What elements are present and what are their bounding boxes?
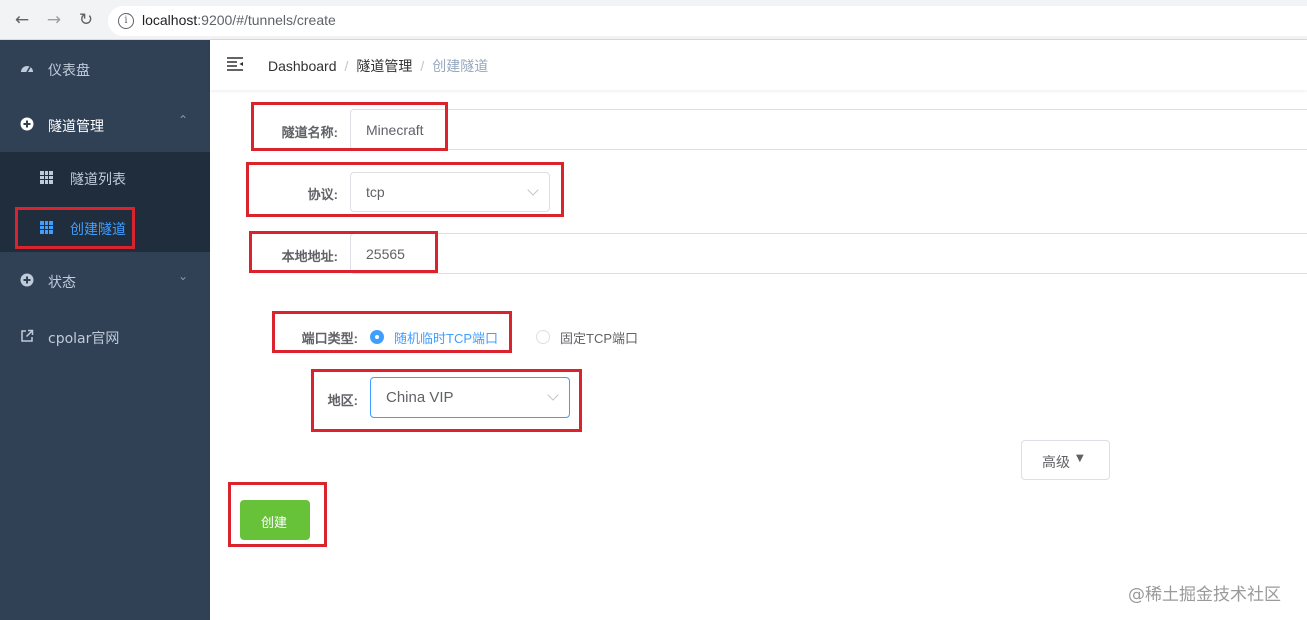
breadcrumb-separator: / xyxy=(420,58,425,74)
highlight-box xyxy=(251,102,448,151)
highlight-box xyxy=(246,162,564,217)
highlight-box xyxy=(249,231,438,273)
chevron-down-icon: ⌄ xyxy=(177,269,188,283)
hamburger-icon[interactable] xyxy=(227,57,243,71)
local-address-input[interactable]: 25565 xyxy=(350,233,1307,274)
sidebar-item-status[interactable]: 状态 ⌄ xyxy=(0,253,210,309)
highlight-box xyxy=(228,482,327,547)
sidebar-item-label: 仪表盘 xyxy=(48,63,90,79)
sidebar-item-label: cpolar官网 xyxy=(48,331,120,347)
sidebar-item-tunnel-management[interactable]: 隧道管理 ⌃ xyxy=(0,97,210,153)
sidebar-item-label: 隧道管理 xyxy=(48,119,104,135)
watermark-text: @稀土掘金技术社区 xyxy=(1128,585,1281,605)
sidebar-item-dashboard[interactable]: 仪表盘 xyxy=(0,41,210,97)
url-text: localhost:9200/#/tunnels/create xyxy=(142,12,336,28)
highlight-box xyxy=(15,207,135,249)
grid-icon xyxy=(40,171,53,184)
sidebar: 仪表盘 隧道管理 ⌃ 隧道列表 创建隧道 状态 ⌄ cpolar官网 xyxy=(0,40,210,620)
highlight-box xyxy=(311,369,582,432)
status-icon xyxy=(20,273,34,287)
chevron-up-icon: ⌃ xyxy=(177,113,188,127)
breadcrumb-item-tunnel-management[interactable]: 隧道管理 xyxy=(356,58,412,74)
address-bar[interactable]: i localhost:9200/#/tunnels/create xyxy=(108,6,1307,36)
info-icon[interactable]: i xyxy=(118,13,134,29)
external-link-icon xyxy=(21,329,34,342)
tunnel-icon xyxy=(20,117,34,131)
radio-fixed-tcp-port[interactable] xyxy=(536,330,550,344)
sidebar-item-label: 状态 xyxy=(48,275,76,291)
dashboard-icon xyxy=(21,66,33,73)
sidebar-item-label: 隧道列表 xyxy=(70,172,126,188)
advanced-button-label: 高级 xyxy=(1042,455,1070,471)
browser-toolbar: ← → ↻ i localhost:9200/#/tunnels/create xyxy=(0,0,1307,40)
back-arrow-icon[interactable]: ← xyxy=(12,10,32,30)
breadcrumb-item-dashboard[interactable]: Dashboard xyxy=(268,58,337,74)
top-navbar: Dashboard / 隧道管理 / 创建隧道 xyxy=(210,40,1307,90)
forward-arrow-icon[interactable]: → xyxy=(44,10,64,30)
highlight-box xyxy=(272,311,512,353)
breadcrumb-separator: / xyxy=(344,58,349,74)
sidebar-item-cpolar-site[interactable]: cpolar官网 xyxy=(0,309,210,365)
caret-down-icon: ▼ xyxy=(1076,453,1084,464)
sidebar-item-tunnel-list[interactable]: 隧道列表 xyxy=(0,152,210,202)
advanced-button[interactable]: 高级 ▼ xyxy=(1021,440,1110,480)
reload-icon[interactable]: ↻ xyxy=(76,10,96,30)
tunnel-name-input[interactable]: Minecraft xyxy=(350,109,1307,150)
breadcrumb-item-create-tunnel: 创建隧道 xyxy=(432,58,489,74)
radio-fixed-tcp-port-label[interactable]: 固定TCP端口 xyxy=(560,328,638,347)
breadcrumb: Dashboard / 隧道管理 / 创建隧道 xyxy=(268,56,488,76)
